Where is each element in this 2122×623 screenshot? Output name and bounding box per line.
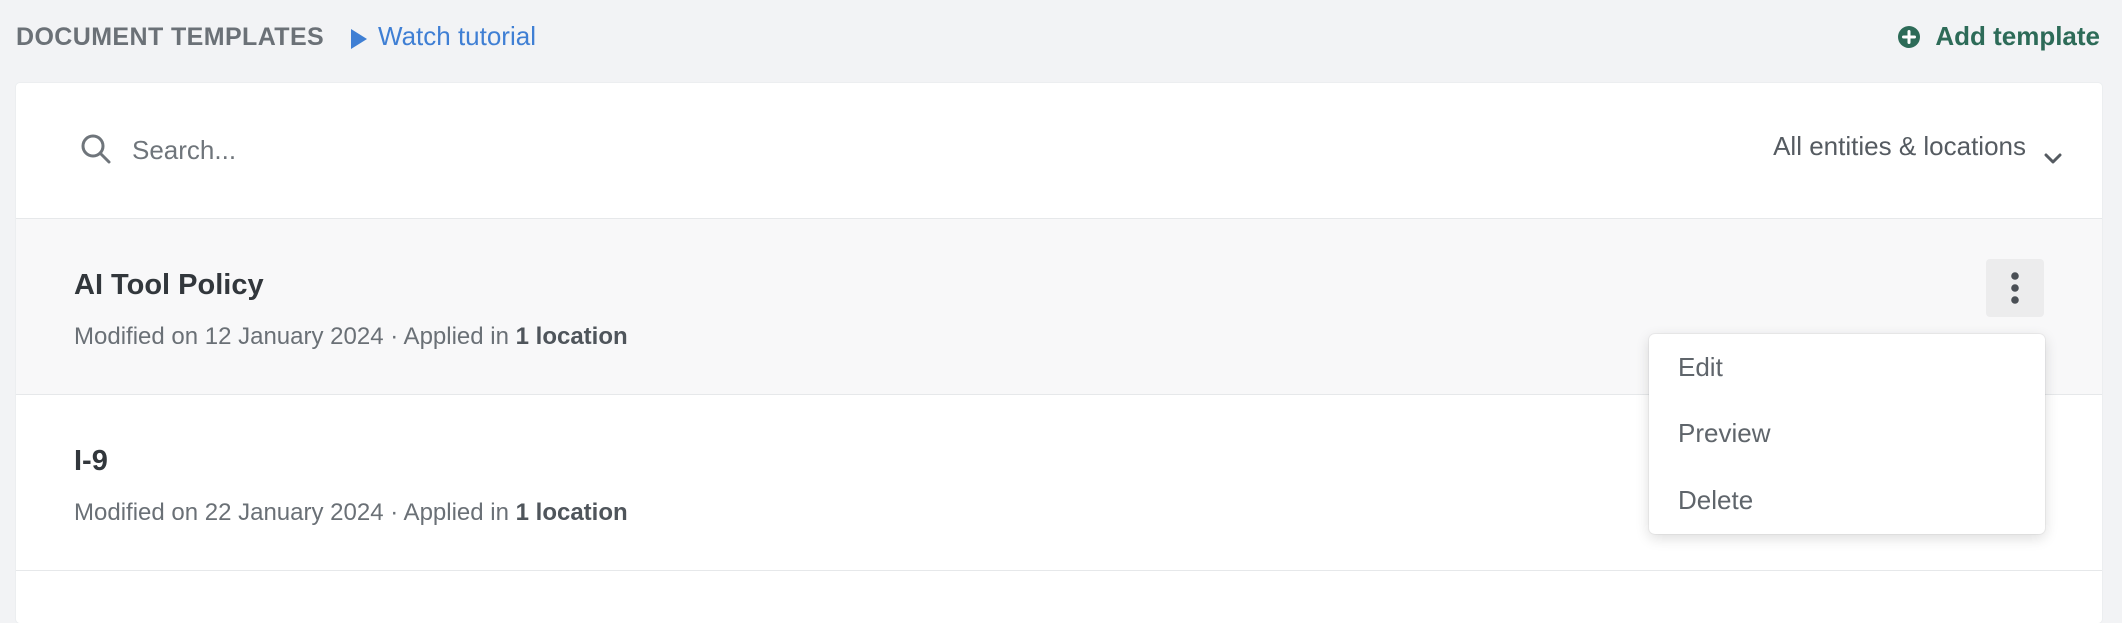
chevron-down-icon <box>2044 141 2062 163</box>
entity-location-filter[interactable]: All entities & locations <box>1773 131 2062 163</box>
entity-filter-label: All entities & locations <box>1773 131 2026 161</box>
page-title: DOCUMENT TEMPLATES <box>16 23 325 51</box>
add-template-label: Add template <box>1935 21 2100 51</box>
add-template-button[interactable]: Add template <box>1897 21 2100 52</box>
watch-tutorial-link[interactable]: Watch tutorial <box>350 21 536 52</box>
search-bar: All entities & locations <box>16 83 2102 219</box>
template-applied-count: 1 location <box>515 499 628 526</box>
more-vertical-icon <box>2011 272 2019 304</box>
template-name[interactable]: I-9 <box>74 445 108 478</box>
menu-item-edit[interactable]: Edit <box>1649 334 2045 400</box>
row-actions-menu: Edit Preview Delete <box>1649 334 2045 534</box>
template-name[interactable]: AI Tool Policy <box>74 269 264 302</box>
play-icon <box>350 26 368 49</box>
template-modified: Modified on 22 January 2024 · Applied in <box>74 499 516 526</box>
template-meta: Modified on 12 January 2024 · Applied in… <box>74 323 628 351</box>
template-applied-count: 1 location <box>515 323 628 350</box>
search-icon <box>80 133 112 165</box>
template-modified: Modified on 12 January 2024 · Applied in <box>74 323 516 350</box>
menu-item-preview[interactable]: Preview <box>1649 400 2045 466</box>
search-input[interactable] <box>132 127 1032 173</box>
watch-tutorial-label: Watch tutorial <box>378 21 536 51</box>
plus-circle-icon <box>1897 25 1921 49</box>
page-header: DOCUMENT TEMPLATES Watch tutorial Add te… <box>0 0 2122 72</box>
template-meta: Modified on 22 January 2024 · Applied in… <box>74 499 628 527</box>
row-actions-button[interactable] <box>1986 259 2044 317</box>
menu-item-delete[interactable]: Delete <box>1649 467 2045 533</box>
